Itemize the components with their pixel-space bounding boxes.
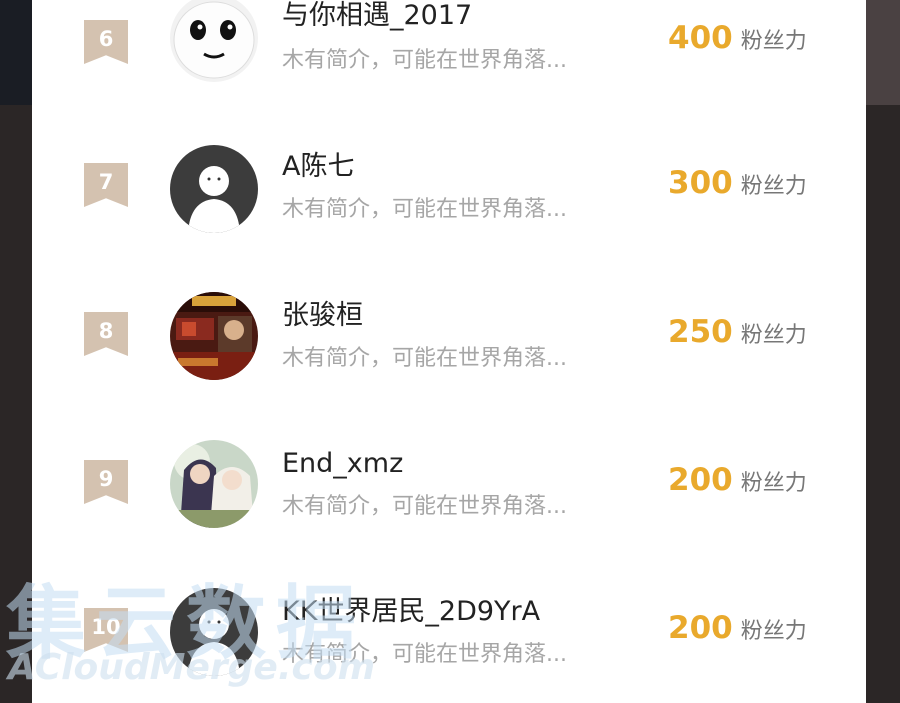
list-item[interactable]: 9 End_xmz 木有简介，可能在世界角落... 200 粉丝力 [32,440,866,560]
user-bio: 木有简介，可能在世界角落... [282,48,567,73]
user-bio: 木有简介，可能在世界角落... [282,494,567,519]
list-item[interactable]: 8 张骏桓 木有简介，可能在世界角落... 250 粉丝力 [32,292,866,412]
score-unit: 粉丝力 [740,323,807,348]
cartoon-face-icon [170,0,258,82]
fan-score: 300 粉丝力 [668,165,807,201]
score-unit: 粉丝力 [740,619,807,644]
user-bio: 木有简介，可能在世界角落... [282,346,567,371]
fan-score: 400 粉丝力 [668,20,807,56]
background-left [0,0,32,703]
default-person-icon [170,145,258,233]
score-value: 200 [668,610,733,646]
score-value: 400 [668,20,733,56]
user-name[interactable]: 与你相遇_2017 [282,0,472,34]
score-unit: 粉丝力 [740,471,807,496]
avatar[interactable] [170,292,258,380]
rank-badge: 10 [84,608,128,652]
score-value: 250 [668,314,733,350]
fan-score: 250 粉丝力 [668,314,807,350]
user-name[interactable]: 张骏桓 [282,298,363,334]
score-value: 200 [668,462,733,498]
user-name[interactable]: End_xmz [282,446,403,482]
anime-couple-avatar [170,440,258,528]
avatar[interactable] [170,145,258,233]
fan-score: 200 粉丝力 [668,610,807,646]
score-value: 300 [668,165,733,201]
game-poster-avatar [170,292,258,380]
fan-score: 200 粉丝力 [668,462,807,498]
avatar[interactable] [170,588,258,676]
score-unit: 粉丝力 [740,29,807,54]
user-name[interactable]: KK世界居民_2D9YrA [282,594,540,630]
fan-ranking-panel: 6 与你相遇_2017 木有简介，可能在世界角落... 400 粉丝力 7 A陈… [32,0,866,703]
list-item[interactable]: 6 与你相遇_2017 木有简介，可能在世界角落... 400 粉丝力 [32,0,866,120]
default-person-icon [170,588,258,676]
list-item[interactable]: 7 A陈七 木有简介，可能在世界角落... 300 粉丝力 [32,145,866,265]
list-item[interactable]: 10 KK世界居民_2D9YrA 木有简介，可能在世界角落... 200 粉丝力 [32,588,866,703]
rank-badge: 8 [84,312,128,356]
user-bio: 木有简介，可能在世界角落... [282,197,567,222]
rank-badge: 7 [84,163,128,207]
rank-badge: 6 [84,20,128,64]
user-bio: 木有简介，可能在世界角落... [282,642,567,667]
background-right [866,0,900,703]
rank-badge: 9 [84,460,128,504]
user-name[interactable]: A陈七 [282,149,354,185]
avatar[interactable] [170,440,258,528]
avatar[interactable] [170,0,258,82]
score-unit: 粉丝力 [740,174,807,199]
